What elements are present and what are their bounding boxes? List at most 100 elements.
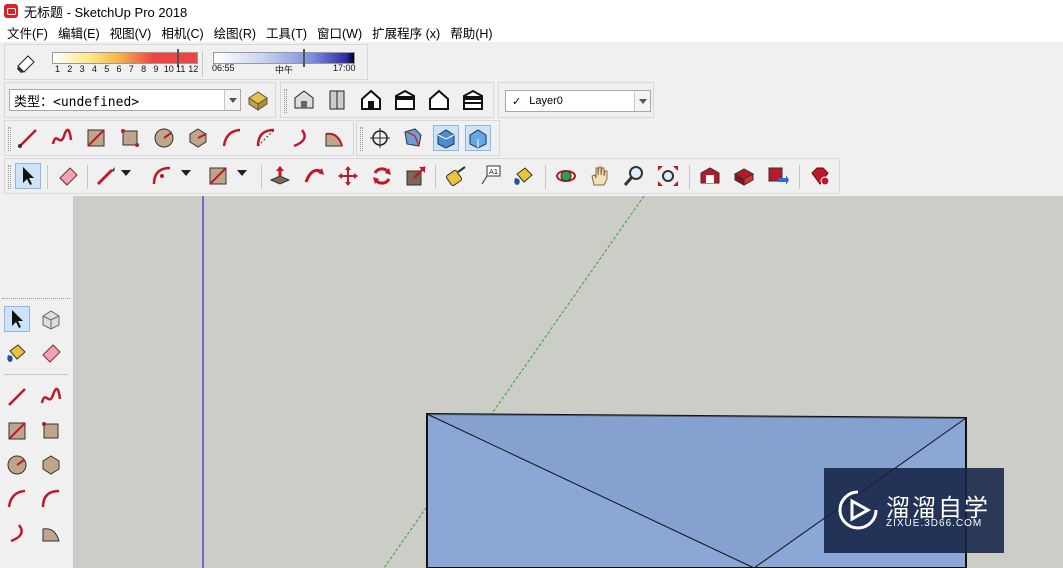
select-tool-icon[interactable] — [15, 163, 41, 189]
shape-dropdown-icon[interactable] — [237, 170, 247, 176]
zoom-icon[interactable] — [621, 163, 647, 189]
share-model-icon[interactable] — [731, 163, 757, 189]
share-component-icon[interactable] — [765, 163, 791, 189]
display-section-icon[interactable] — [465, 125, 491, 151]
layers-toolbar: ✓ Layer0 — [498, 82, 654, 118]
section-plane-icon[interactable] — [433, 125, 459, 151]
month-label: 2 — [67, 64, 73, 74]
month-label: 12 — [188, 64, 199, 74]
paint-bucket-icon[interactable] — [511, 163, 537, 189]
layer-combo-value: Layer0 — [529, 95, 563, 107]
month-label: 1 — [55, 64, 61, 74]
watermark-badge: 溜溜自学 ZIXUE.3D66.COM — [824, 468, 1004, 553]
left-toolbar — [0, 196, 74, 568]
month-label: 7 — [128, 64, 134, 74]
follow-me-icon[interactable] — [301, 163, 327, 189]
arc-dropdown-icon[interactable] — [181, 170, 191, 176]
left-3point-arc-icon[interactable] — [4, 520, 30, 546]
arc-tool-icon[interactable] — [219, 125, 245, 151]
iso-view-icon[interactable] — [291, 87, 317, 113]
left-paint-bucket-icon[interactable] — [4, 340, 30, 366]
right-view-icon[interactable] — [392, 87, 418, 113]
main-toolbar: A1 — [4, 158, 840, 194]
menu-edit[interactable]: 编辑(E) — [53, 23, 105, 42]
scale-tool-icon[interactable] — [403, 163, 429, 189]
watermark-url: ZIXUE.3D66.COM — [886, 518, 983, 529]
circle-tool-icon[interactable] — [151, 125, 177, 151]
camera-toolbar — [356, 120, 500, 156]
shape-dropdown-tool-icon[interactable] — [205, 163, 231, 189]
tape-measure-icon[interactable] — [443, 163, 469, 189]
shadow-toolbar: 1 2 3 4 5 6 7 8 9 10 11 12 06:55 中午 17:00 — [4, 44, 368, 80]
pencil-tool-icon[interactable] — [93, 163, 119, 189]
freehand-tool-icon[interactable] — [49, 125, 75, 151]
pan-icon[interactable] — [587, 163, 613, 189]
title-bar: 无标题 - SketchUp Pro 2018 — [0, 0, 1063, 22]
menu-window[interactable]: 窗口(W) — [312, 23, 367, 42]
3point-arc-tool-icon[interactable] — [287, 125, 313, 151]
left-freehand-icon[interactable] — [38, 384, 64, 410]
back-view-icon[interactable] — [426, 87, 452, 113]
layer-combo-dropdown[interactable] — [634, 91, 650, 111]
time-slider-thumb[interactable] — [303, 49, 305, 67]
menu-camera[interactable]: 相机(C) — [156, 23, 208, 42]
left-view-icon[interactable] — [460, 87, 486, 113]
left-polygon-icon[interactable] — [38, 452, 64, 478]
svg-text:A1: A1 — [489, 168, 498, 176]
rotate-tool-icon[interactable] — [369, 163, 395, 189]
text-label-icon[interactable]: A1 — [477, 163, 503, 189]
time-noon-label: 中午 — [275, 65, 294, 75]
top-view-icon[interactable] — [324, 87, 350, 113]
left-make-component-icon[interactable] — [38, 306, 64, 332]
menu-tools[interactable]: 工具(T) — [261, 23, 312, 42]
drawing-toolbar — [4, 120, 354, 156]
layer-check-icon: ✓ — [512, 95, 522, 108]
polygon-tool-icon[interactable] — [185, 125, 211, 151]
eraser-tool-icon[interactable] — [55, 163, 81, 189]
left-rotated-rectangle-icon[interactable] — [38, 418, 64, 444]
watermark-play-icon — [838, 490, 878, 530]
left-pie-icon[interactable] — [38, 520, 64, 546]
month-label: 6 — [116, 64, 122, 74]
3d-warehouse-icon[interactable] — [697, 163, 723, 189]
left-arc-icon[interactable] — [4, 486, 30, 512]
sketchup-app-icon — [4, 4, 18, 18]
line-tool-icon[interactable] — [15, 125, 41, 151]
extension-warehouse-icon[interactable] — [807, 163, 833, 189]
left-eraser-icon[interactable] — [38, 340, 64, 366]
menu-draw[interactable]: 绘图(R) — [209, 23, 261, 42]
components-icon[interactable] — [245, 87, 271, 113]
front-view-icon[interactable] — [358, 87, 384, 113]
left-2point-arc-icon[interactable] — [38, 486, 64, 512]
menu-bar: 文件(F) 编辑(E) 视图(V) 相机(C) 绘图(R) 工具(T) 窗口(W… — [0, 22, 1063, 42]
walk-icon[interactable] — [400, 125, 426, 151]
left-rectangle-icon[interactable] — [4, 418, 30, 444]
type-combo-dropdown[interactable] — [224, 90, 240, 110]
pie-tool-icon[interactable] — [321, 125, 347, 151]
pencil-dropdown-icon[interactable] — [121, 170, 131, 176]
menu-help[interactable]: 帮助(H) — [445, 23, 497, 42]
orbit-icon[interactable] — [553, 163, 579, 189]
views-toolbar — [280, 82, 494, 118]
rectangle-tool-icon[interactable] — [83, 125, 109, 151]
left-line-icon[interactable] — [4, 384, 30, 410]
left-circle-icon[interactable] — [4, 452, 30, 478]
entity-info-toolbar: 类型：<undefined> — [4, 82, 276, 118]
2point-arc-tool-icon[interactable] — [253, 125, 279, 151]
push-pull-icon[interactable] — [267, 163, 293, 189]
layer-combo[interactable]: ✓ Layer0 — [505, 90, 651, 112]
menu-extensions[interactable]: 扩展程序 (x) — [367, 23, 445, 42]
zoom-extents-icon[interactable] — [655, 163, 681, 189]
month-label: 4 — [91, 64, 97, 74]
month-label: 11 — [176, 64, 186, 74]
rotated-rectangle-tool-icon[interactable] — [117, 125, 143, 151]
month-label: 3 — [79, 64, 85, 74]
menu-file[interactable]: 文件(F) — [2, 23, 53, 42]
move-tool-icon[interactable] — [335, 163, 361, 189]
menu-view[interactable]: 视图(V) — [105, 23, 157, 42]
arc-dropdown-tool-icon[interactable] — [149, 163, 175, 189]
type-combo[interactable]: 类型：<undefined> — [9, 89, 241, 111]
eraser-shadow-icon[interactable] — [13, 50, 39, 76]
position-camera-icon[interactable] — [367, 125, 393, 151]
left-select-icon[interactable] — [4, 306, 30, 332]
